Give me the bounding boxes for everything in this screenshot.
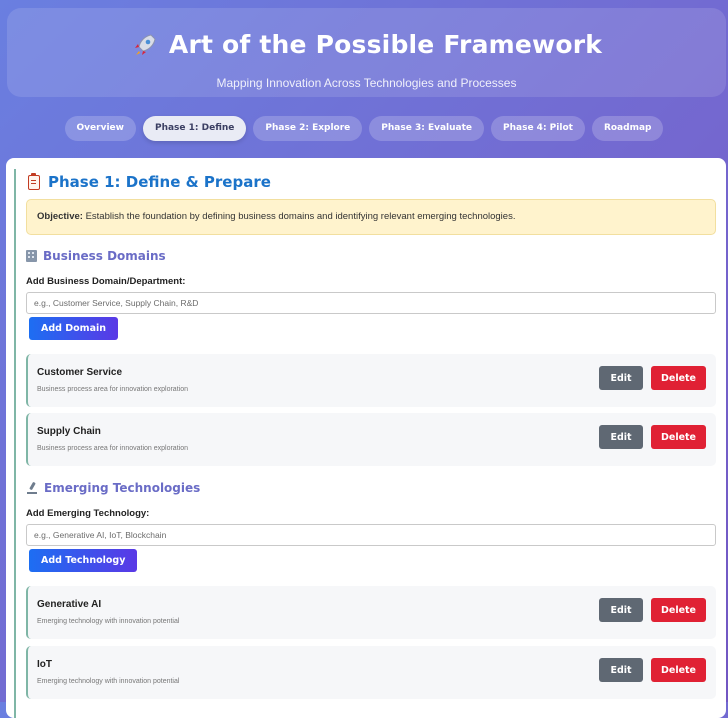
app-header: Art of the Possible Framework Mapping In… [7, 8, 726, 97]
phase-title-row: Phase 1: Define & Prepare [28, 172, 271, 191]
technology-desc: Emerging technology with innovation pote… [37, 678, 180, 685]
domain-input[interactable] [26, 292, 716, 314]
app-subtitle: Mapping Innovation Across Technologies a… [216, 76, 517, 90]
domains-title: Business Domains [43, 249, 166, 263]
phase-card: Phase 1: Define & Prepare Objective: Est… [6, 158, 726, 718]
technology-name: Generative AI [37, 599, 102, 610]
delete-button[interactable]: Delete [651, 366, 706, 390]
domain-name: Supply Chain [37, 426, 101, 437]
tab-roadmap[interactable]: Roadmap [591, 116, 664, 141]
delete-button[interactable]: Delete [651, 425, 706, 449]
building-icon [26, 250, 37, 262]
domain-desc: Business process area for innovation exp… [37, 445, 188, 452]
technologies-section-title: Emerging Technologies [26, 481, 200, 495]
phase-title: Phase 1: Define & Prepare [48, 173, 271, 191]
add-domain-button[interactable]: Add Domain [29, 317, 119, 340]
objective-label: Objective: [37, 211, 83, 222]
objective-text: Establish the foundation by defining bus… [85, 211, 516, 222]
phase-content: Phase 1: Define & Prepare Objective: Est… [14, 169, 726, 718]
edit-button[interactable]: Edit [599, 658, 643, 682]
objective-box: Objective: Establish the foundation by d… [26, 199, 716, 235]
technology-input[interactable] [26, 524, 716, 546]
edit-button[interactable]: Edit [599, 425, 643, 449]
tab-phase-1-define[interactable]: Phase 1: Define [142, 116, 247, 141]
app-title-row: Art of the Possible Framework [7, 30, 726, 59]
delete-button[interactable]: Delete [651, 598, 706, 622]
technology-desc: Emerging technology with innovation pote… [37, 618, 180, 625]
tab-phase-2-explore[interactable]: Phase 2: Explore [253, 116, 363, 141]
technology-item: IoT Emerging technology with innovation … [26, 646, 716, 699]
app-title: Art of the Possible Framework [168, 30, 603, 59]
domains-section-title: Business Domains [26, 249, 166, 263]
technologies-title: Emerging Technologies [44, 481, 201, 495]
clipboard-icon [28, 172, 40, 190]
tab-phase-3-evaluate[interactable]: Phase 3: Evaluate [369, 116, 485, 141]
domain-desc: Business process area for innovation exp… [37, 386, 188, 393]
rocket-icon [131, 31, 159, 59]
microscope-icon [26, 482, 38, 494]
delete-button[interactable]: Delete [651, 658, 706, 682]
edit-button[interactable]: Edit [599, 598, 643, 622]
edit-button[interactable]: Edit [599, 366, 643, 390]
domain-item: Customer Service Business process area f… [26, 354, 716, 407]
technology-field-label: Add Emerging Technology: [26, 508, 150, 519]
tab-overview[interactable]: Overview [64, 116, 136, 141]
add-technology-button[interactable]: Add Technology [29, 549, 138, 572]
tab-phase-4-pilot[interactable]: Phase 4: Pilot [491, 116, 585, 141]
technology-name: IoT [37, 659, 52, 670]
phase-tabs: Overview Phase 1: Define Phase 2: Explor… [0, 116, 728, 141]
domain-field-label: Add Business Domain/Department: [26, 276, 186, 287]
domain-item: Supply Chain Business process area for i… [26, 413, 716, 466]
domain-name: Customer Service [37, 367, 123, 378]
technology-item: Generative AI Emerging technology with i… [26, 586, 716, 639]
